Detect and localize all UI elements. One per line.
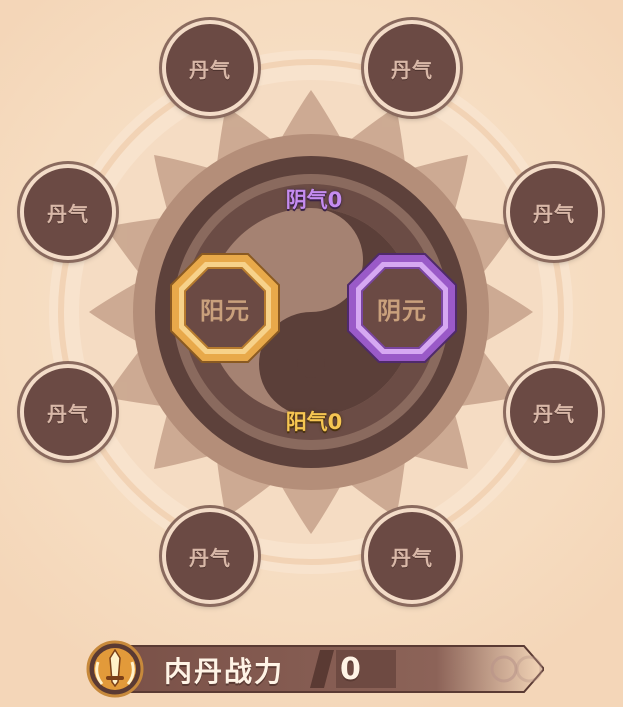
elixir-slot-lower-left[interactable]: 丹气: [20, 364, 116, 460]
elixir-slot-upper-left[interactable]: 丹气: [20, 164, 116, 260]
slot-label: 丹气: [391, 545, 433, 570]
combat-power-bar: 内丹战力 0: [84, 638, 544, 700]
yang-yuan-label: 阳元: [200, 296, 250, 325]
combat-power-value: 0: [340, 652, 361, 687]
sword-shield-emblem-icon: [86, 640, 144, 698]
slot-label: 丹气: [47, 201, 89, 226]
elixir-slot-lower-right[interactable]: 丹气: [506, 364, 602, 460]
elixir-slot-bottom-right[interactable]: 丹气: [364, 508, 460, 604]
mandala-background: [49, 50, 573, 574]
yin-qi-value: 阴气0: [285, 188, 343, 212]
slot-label: 丹气: [533, 401, 575, 426]
slot-label: 丹气: [391, 57, 433, 82]
slot-label: 丹气: [47, 401, 89, 426]
yang-yuan-slot[interactable]: 阳元: [169, 252, 281, 364]
yang-qi-value: 阳气0: [285, 410, 343, 434]
elixir-slot-bottom-left[interactable]: 丹气: [162, 508, 258, 604]
slot-label: 丹气: [533, 201, 575, 226]
inner-elixir-panel: 丹气 丹气 丹气 丹气 丹气 丹气 丹气 丹气 阴气0 阳元 阴元 阳气0 内丹…: [0, 0, 623, 707]
elixir-slot-top-left[interactable]: 丹气: [162, 20, 258, 116]
yin-yuan-label: 阴元: [377, 296, 427, 325]
elixir-slot-top-right[interactable]: 丹气: [364, 20, 460, 116]
combat-power-title: 内丹战力: [164, 655, 285, 688]
elixir-slot-upper-right[interactable]: 丹气: [506, 164, 602, 260]
yin-yuan-slot[interactable]: 阴元: [346, 252, 458, 364]
slot-label: 丹气: [189, 545, 231, 570]
power-bar-background: [113, 645, 544, 693]
slot-label: 丹气: [189, 57, 231, 82]
